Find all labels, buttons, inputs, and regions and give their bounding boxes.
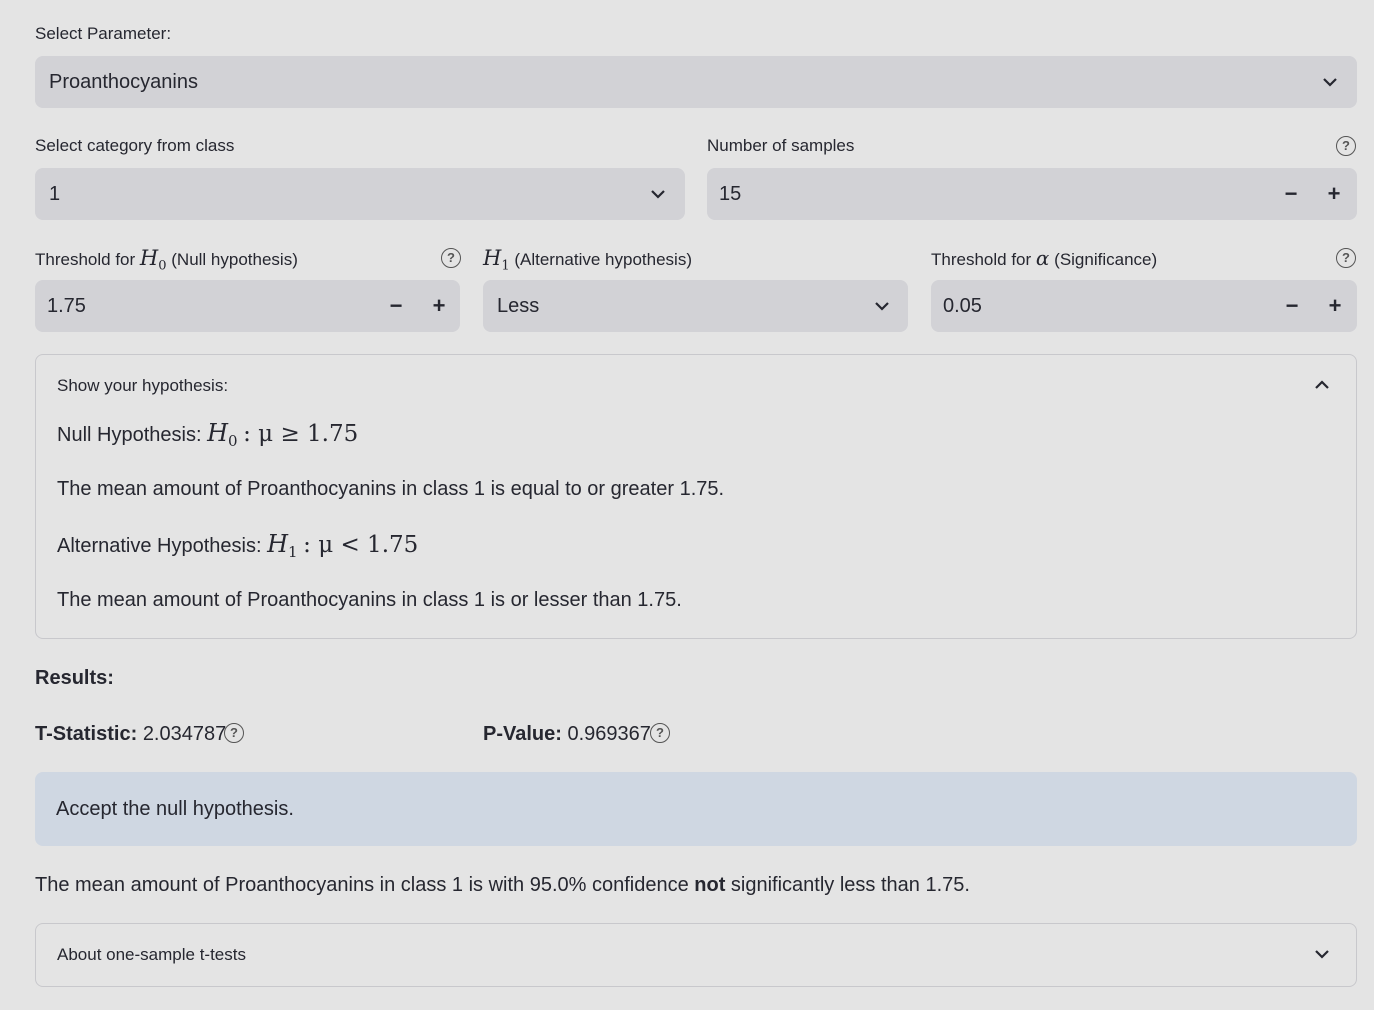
parameter-label: Select Parameter: <box>35 24 172 43</box>
parameter-select[interactable]: Proanthocyanins <box>35 56 1357 108</box>
hypothesis-expander: Show your hypothesis: Null Hypothesis: H… <box>35 354 1357 639</box>
p-value: P-Value: 0.969367 <box>483 723 651 745</box>
results-heading: Results: <box>35 667 114 689</box>
decision-alert: Accept the null hypothesis. <box>35 772 1357 846</box>
chevron-down-icon[interactable] <box>1313 945 1331 963</box>
hypothesis-expander-title[interactable]: Show your hypothesis: <box>57 376 228 396</box>
question-circle-icon[interactable]: ? <box>441 248 461 268</box>
question-circle-icon[interactable]: ? <box>650 723 670 743</box>
plus-icon[interactable]: + <box>1324 168 1344 220</box>
chevron-up-icon[interactable] <box>1313 376 1331 394</box>
minus-icon[interactable]: − <box>386 280 406 332</box>
category-select[interactable]: 1 <box>35 168 685 220</box>
question-circle-icon[interactable]: ? <box>1336 136 1356 156</box>
category-label: Select category from class <box>35 136 235 155</box>
h1-select-value: Less <box>497 295 540 317</box>
alt-hypothesis-text: The mean amount of Proanthocyanins in cl… <box>57 589 682 611</box>
parameter-select-value: Proanthocyanins <box>49 71 198 93</box>
question-circle-icon[interactable]: ? <box>224 723 244 743</box>
null-hypothesis-line: Null Hypothesis: H0 : μ ≥ 1.75 <box>57 419 359 450</box>
samples-number-input[interactable]: 15 − + <box>707 168 1357 220</box>
h0-threshold-label: Threshold for H0 (Null hypothesis) <box>35 246 298 274</box>
decision-text: Accept the null hypothesis. <box>56 798 294 820</box>
samples-label: Number of samples <box>707 136 855 155</box>
null-hypothesis-text: The mean amount of Proanthocyanins in cl… <box>57 478 725 500</box>
h1-label: H1 (Alternative hypothesis) <box>483 246 692 274</box>
conclusion-text: The mean amount of Proanthocyanins in cl… <box>35 874 970 896</box>
about-expander-title[interactable]: About one-sample t-tests <box>57 945 246 965</box>
chevron-down-icon <box>1323 78 1337 87</box>
question-circle-icon[interactable]: ? <box>1336 248 1356 268</box>
plus-icon[interactable]: + <box>429 280 449 332</box>
h0-threshold-input[interactable]: 1.75 − + <box>35 280 460 332</box>
alpha-value: 0.05 <box>943 295 982 317</box>
chevron-down-icon <box>651 190 665 199</box>
t-statistic: T-Statistic: 2.034787 <box>35 723 227 745</box>
about-expander[interactable]: About one-sample t-tests <box>35 923 1357 987</box>
minus-icon[interactable]: − <box>1282 280 1302 332</box>
category-select-value: 1 <box>49 183 61 205</box>
h0-threshold-value: 1.75 <box>47 295 86 317</box>
alt-hypothesis-line: Alternative Hypothesis: H1 : μ < 1.75 <box>57 530 419 561</box>
samples-value: 15 <box>719 183 742 205</box>
chevron-down-icon <box>875 302 889 311</box>
h1-select[interactable]: Less <box>483 280 908 332</box>
plus-icon[interactable]: + <box>1325 280 1345 332</box>
alpha-label: Threshold for α (Significance) <box>931 246 1158 270</box>
alpha-input[interactable]: 0.05 − + <box>931 280 1357 332</box>
minus-icon[interactable]: − <box>1281 168 1301 220</box>
